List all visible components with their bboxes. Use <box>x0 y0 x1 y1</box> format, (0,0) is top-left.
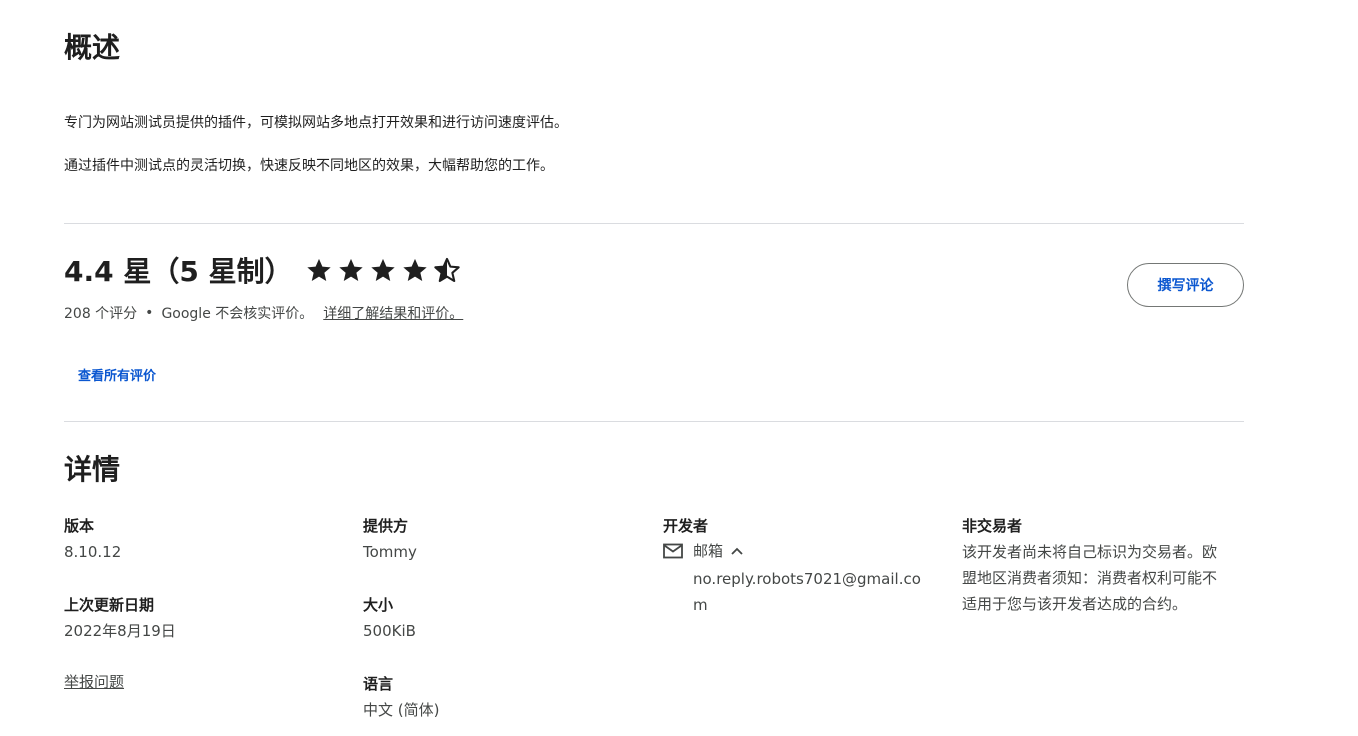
last-updated-value: 2022年8月19日 <box>64 622 176 640</box>
size-value: 500KiB <box>363 622 416 640</box>
chevron-up-icon <box>731 547 743 555</box>
mail-icon <box>663 543 683 558</box>
language-label: 语言 <box>363 675 394 693</box>
email-toggle-button[interactable]: 邮箱 <box>663 540 745 561</box>
view-all-reviews-link[interactable]: 查看所有评价 <box>78 365 156 384</box>
rating-heading: 4.4 星（5 星制） <box>64 250 465 290</box>
description-paragraph-1: 专门为网站测试员提供的插件，可模拟网站多地点打开效果和进行访问速度评估。 <box>64 115 568 131</box>
size-label: 大小 <box>363 596 394 614</box>
star-rating <box>305 256 465 284</box>
divider <box>64 421 1244 422</box>
learn-more-link[interactable]: 详细了解结果和评价。 <box>323 303 463 323</box>
developer-label: 开发者 <box>663 517 709 535</box>
star-full-icon <box>370 258 395 281</box>
rating-count: 208 个评分 <box>64 306 138 322</box>
rating-title: 4.4 星（5 星制） <box>64 255 293 288</box>
email-label: 邮箱 <box>693 542 724 560</box>
non-trader-notice: 该开发者尚未将自己标识为交易者。欧盟地区消费者须知：消费者权利可能不适用于您与该… <box>962 543 1218 613</box>
description-paragraph-2: 通过插件中测试点的灵活切换，快速反映不同地区的效果，大幅帮助您的工作。 <box>64 158 554 174</box>
divider <box>64 223 1244 224</box>
overview-heading: 概述 <box>64 31 121 64</box>
language-value: 中文 (简体) <box>363 701 440 719</box>
star-full-icon <box>306 258 331 281</box>
version-label: 版本 <box>64 517 95 535</box>
separator-dot: • <box>145 305 154 321</box>
last-updated-label: 上次更新日期 <box>64 596 155 614</box>
version-value: 8.10.12 <box>64 543 122 561</box>
non-trader-label: 非交易者 <box>962 517 1023 535</box>
rating-meta: 208 个评分 • Google 不会核实评价。 详细了解结果和评价。 <box>64 303 463 323</box>
star-full-icon <box>402 258 427 281</box>
developer-email[interactable]: no.reply.robots7021@gmail.com <box>693 566 923 618</box>
offered-by-value: Tommy <box>363 543 417 561</box>
star-half-icon <box>433 257 460 283</box>
write-review-button[interactable]: 撰写评论 <box>1127 263 1244 307</box>
star-full-icon <box>338 258 363 281</box>
rating-disclaimer: Google 不会核实评价。 <box>161 306 314 322</box>
offered-by-label: 提供方 <box>363 517 409 535</box>
details-heading: 详情 <box>64 453 121 486</box>
report-issue-link[interactable]: 举报问题 <box>64 671 124 692</box>
